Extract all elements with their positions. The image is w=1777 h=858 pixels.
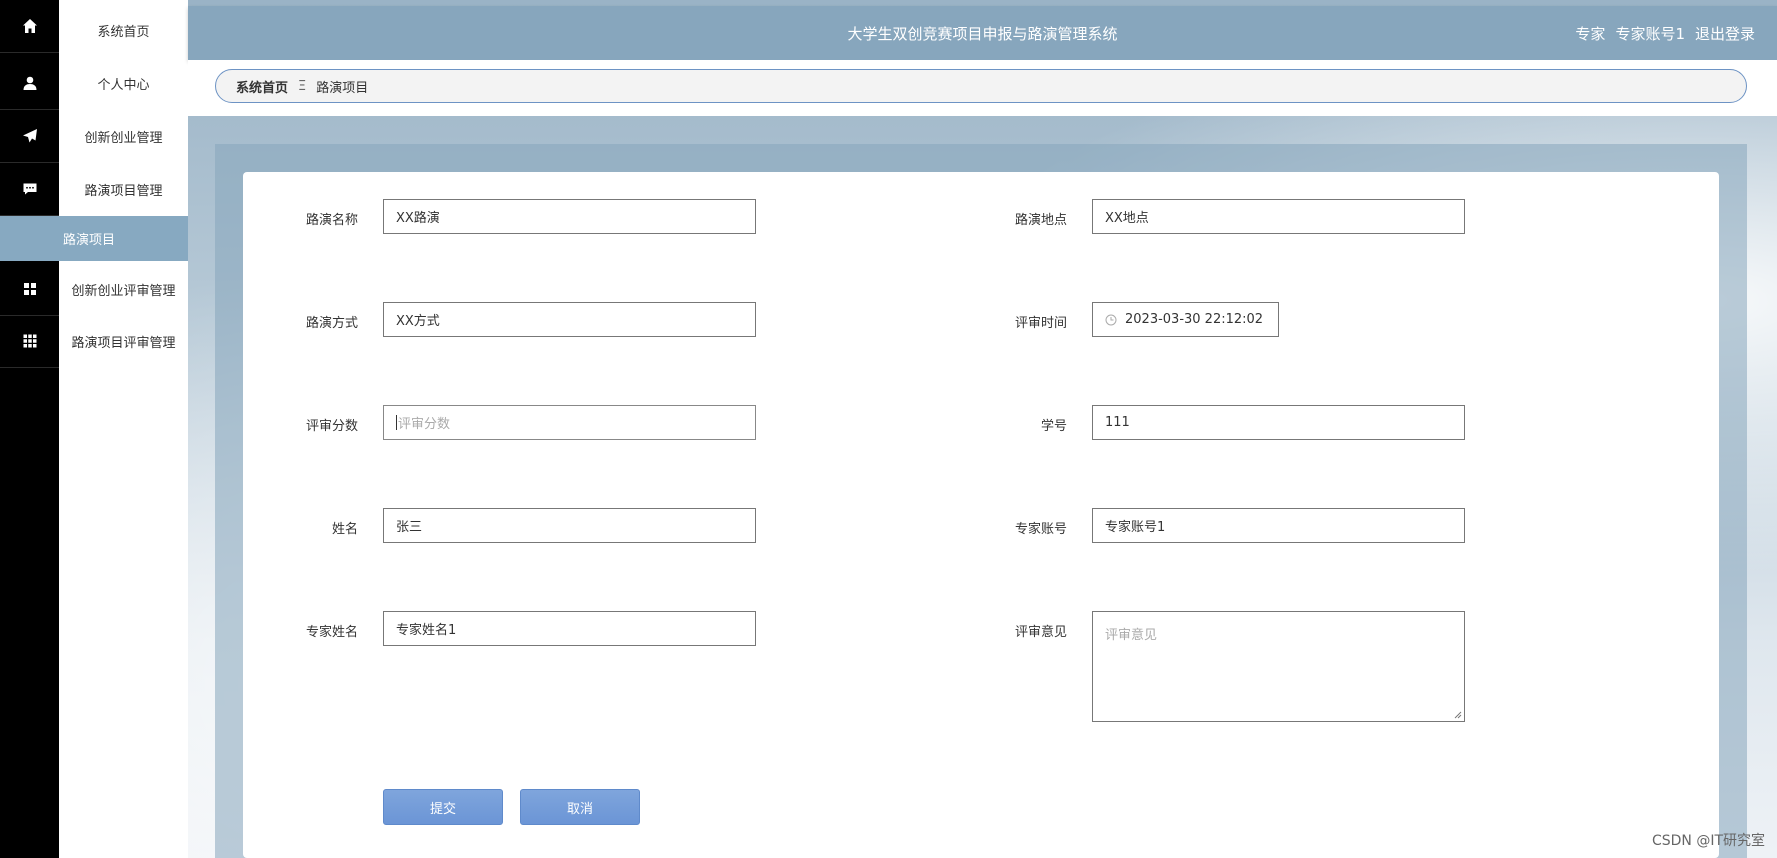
sidebar: 系统首页 个人中心 创新创业管理 路演项目管理 路演项目 创新创业评审管理 路演…: [0, 0, 188, 858]
expert-name-label: 专家姓名: [305, 625, 358, 640]
apps-icon[interactable]: [0, 315, 59, 368]
review-time-label: 评审时间: [1014, 316, 1067, 331]
grid-icon[interactable]: [0, 263, 59, 316]
user-icon[interactable]: [0, 57, 59, 110]
resize-grip-icon[interactable]: [1454, 711, 1462, 719]
sidebar-item-roadshow-review[interactable]: 路演项目评审管理: [59, 315, 188, 367]
student-id-input[interactable]: 111: [1092, 405, 1465, 440]
sidebar-item-home[interactable]: 系统首页: [59, 4, 188, 56]
clock-icon: [1105, 314, 1117, 325]
home-icon[interactable]: [0, 0, 59, 53]
student-id-label: 学号: [1040, 419, 1067, 434]
breadcrumb-home[interactable]: 系统首页: [236, 77, 288, 96]
roadshow-location-label: 路演地点: [1014, 213, 1067, 228]
breadcrumb: 系统首页 Ξ 路演项目: [215, 69, 1747, 103]
review-opinion-label: 评审意见: [1014, 625, 1067, 640]
user-role: 专家: [1575, 25, 1606, 43]
app-title: 大学生双创竞赛项目申报与路演管理系统: [847, 25, 1118, 43]
review-score-input[interactable]: 评审分数: [383, 405, 756, 440]
expert-account-input[interactable]: 专家账号1: [1092, 508, 1465, 543]
sidebar-item-innovation-management[interactable]: 创新创业管理: [59, 110, 188, 162]
expert-account-label: 专家账号: [1014, 522, 1067, 537]
review-opinion-textarea[interactable]: 评审意见: [1092, 611, 1465, 722]
roadshow-method-label: 路演方式: [305, 316, 358, 331]
review-opinion-placeholder: 评审意见: [1105, 628, 1158, 643]
sidebar-item-innovation-review[interactable]: 创新创业评审管理: [59, 263, 188, 315]
icon-strip: [0, 0, 59, 858]
top-bar: 大学生双创竞赛项目申报与路演管理系统 专家 专家账号1 退出登录: [188, 6, 1777, 60]
submit-button[interactable]: 提交: [383, 789, 503, 825]
form-card: 路演名称 XX路演 路演地点 XX地点 路演方式 XX方式 评审时间 2023-…: [243, 172, 1719, 858]
review-time-value: 2023-03-30 22:12:02: [1125, 312, 1264, 327]
watermark: CSDN @IT研究室: [1651, 833, 1765, 849]
user-name: 专家账号1: [1615, 25, 1685, 43]
review-time-picker[interactable]: 2023-03-30 22:12:02: [1092, 302, 1279, 337]
cancel-button[interactable]: 取消: [520, 789, 640, 825]
sidebar-subitem-roadshow-project[interactable]: 路演项目: [0, 216, 188, 261]
sidebar-item-personal-center[interactable]: 个人中心: [59, 57, 188, 109]
logout-link[interactable]: 退出登录: [1695, 23, 1755, 44]
review-score-placeholder: 评审分数: [398, 417, 451, 432]
breadcrumb-bar: 系统首页 Ξ 路演项目: [188, 60, 1777, 116]
breadcrumb-current: 路演项目: [316, 80, 369, 96]
roadshow-name-input[interactable]: XX路演: [383, 199, 756, 234]
roadshow-method-input[interactable]: XX方式: [383, 302, 756, 337]
expert-name-input[interactable]: 专家姓名1: [383, 611, 756, 646]
review-score-label: 评审分数: [305, 419, 358, 434]
name-input[interactable]: 张三: [383, 508, 756, 543]
user-area: 专家 专家账号1 退出登录: [1575, 23, 1755, 44]
roadshow-location-input[interactable]: XX地点: [1092, 199, 1465, 234]
name-label: 姓名: [331, 522, 358, 537]
roadshow-name-label: 路演名称: [305, 213, 358, 228]
breadcrumb-separator: Ξ: [298, 78, 307, 94]
paper-plane-icon[interactable]: [0, 110, 59, 163]
text-caret: [396, 415, 397, 430]
sidebar-item-roadshow-management[interactable]: 路演项目管理: [59, 163, 188, 215]
chat-icon[interactable]: [0, 163, 59, 216]
